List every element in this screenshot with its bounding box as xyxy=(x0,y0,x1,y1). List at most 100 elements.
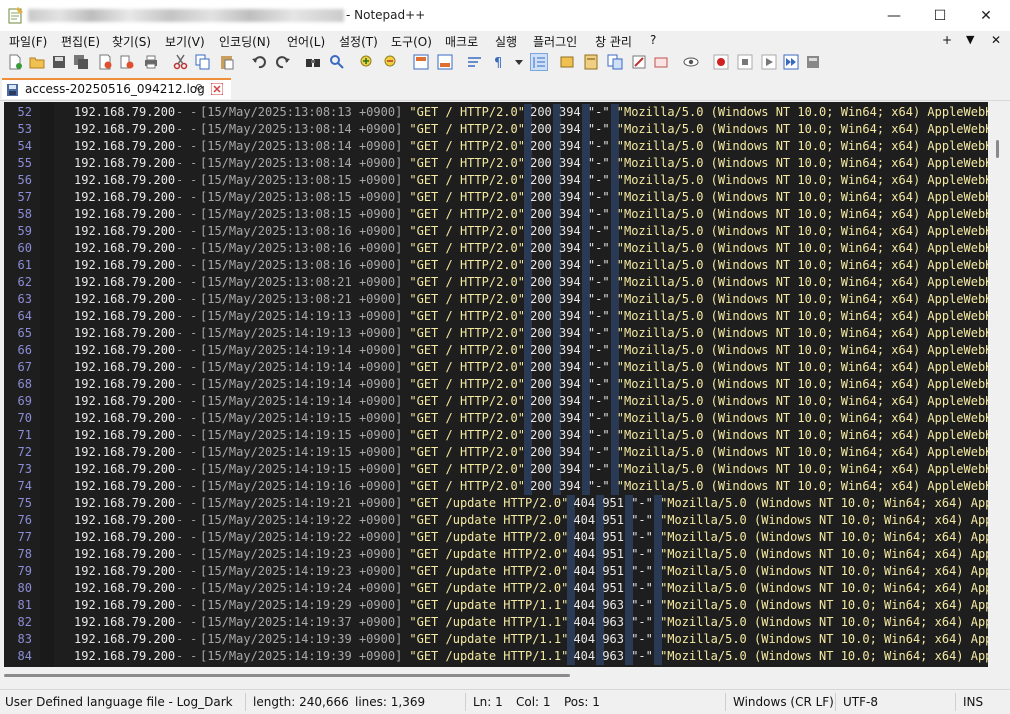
log-line[interactable]: 60 192.168.79.200- - [15/May/2025:13:08:16 … xyxy=(4,240,988,257)
redo-icon[interactable] xyxy=(275,54,291,70)
log-line[interactable]: 83 192.168.79.200- - [15/May/2025:14:19:39 … xyxy=(4,631,988,648)
close-doc-button[interactable]: ✕ xyxy=(991,33,1001,47)
menu-plugins[interactable]: 플러그인 xyxy=(533,33,577,50)
close-file-icon[interactable] xyxy=(97,54,113,70)
add-tab-button[interactable]: + xyxy=(942,33,952,47)
log-line[interactable]: 53 192.168.79.200- - [15/May/2025:13:08:14 … xyxy=(4,121,988,138)
log-line[interactable]: 63 192.168.79.200- - [15/May/2025:13:08:21 … xyxy=(4,291,988,308)
new-file-icon[interactable] xyxy=(7,54,23,70)
horizontal-scrollbar[interactable] xyxy=(4,667,988,684)
menu-view[interactable]: 보기(V) xyxy=(165,33,205,50)
log-line[interactable]: 70 192.168.79.200- - [15/May/2025:14:19:15 … xyxy=(4,410,988,427)
doc-map-icon[interactable] xyxy=(583,54,599,70)
user-lang-icon[interactable] xyxy=(559,54,575,70)
menu-tools[interactable]: 도구(O) xyxy=(391,33,432,50)
log-line[interactable]: 54 192.168.79.200- - [15/May/2025:13:08:14 … xyxy=(4,138,988,155)
sync-horizontal-icon[interactable] xyxy=(437,54,453,70)
open-file-icon[interactable] xyxy=(29,54,45,70)
ident-field: - xyxy=(176,547,184,561)
referer: "-" xyxy=(587,479,610,493)
vertical-scrollbar[interactable] xyxy=(988,102,1005,667)
function-list-icon[interactable] xyxy=(607,54,623,70)
log-line[interactable]: 71 192.168.79.200- - [15/May/2025:14:19:15 … xyxy=(4,427,988,444)
save-icon[interactable] xyxy=(51,54,67,70)
undo-icon[interactable] xyxy=(251,54,267,70)
menu-settings[interactable]: 설정(T) xyxy=(339,33,378,50)
vertical-scroll-thumb[interactable] xyxy=(996,140,999,158)
print-icon[interactable] xyxy=(143,54,159,70)
log-line[interactable]: 61 192.168.79.200- - [15/May/2025:13:08:16 … xyxy=(4,257,988,274)
tab-close-icon[interactable] xyxy=(211,83,223,95)
replace-icon[interactable] xyxy=(329,54,345,70)
indent-guide-icon[interactable] xyxy=(530,53,548,71)
log-line[interactable]: 69 192.168.79.200- - [15/May/2025:14:19:14 … xyxy=(4,393,988,410)
log-line[interactable]: 80 192.168.79.200- - [15/May/2025:14:19:24 … xyxy=(4,580,988,597)
log-line[interactable]: 55 192.168.79.200- - [15/May/2025:13:08:14 … xyxy=(4,155,988,172)
log-line[interactable]: 82 192.168.79.200- - [15/May/2025:14:19:37 … xyxy=(4,614,988,631)
dropdown-icon[interactable] xyxy=(511,54,527,70)
log-line[interactable]: 67 192.168.79.200- - [15/May/2025:14:19:14 … xyxy=(4,359,988,376)
play-macro-icon[interactable] xyxy=(761,54,777,70)
tab-access-log[interactable]: access-20250516_094212.log ⚲ xyxy=(2,78,231,99)
clipboard-history-icon[interactable] xyxy=(653,54,669,70)
zoom-out-icon[interactable] xyxy=(383,54,399,70)
copy-icon[interactable] xyxy=(195,54,211,70)
menu-help[interactable]: ? xyxy=(650,33,656,47)
log-line[interactable]: 79 192.168.79.200- - [15/May/2025:14:19:23 … xyxy=(4,563,988,580)
ident-field: - xyxy=(176,292,184,306)
log-line[interactable]: 84 192.168.79.200- - [15/May/2025:14:19:39 … xyxy=(4,648,988,665)
minimize-button[interactable]: — xyxy=(871,0,917,31)
save-all-icon[interactable] xyxy=(73,54,89,70)
tab-list-button[interactable]: ▼ xyxy=(966,33,974,46)
log-line[interactable]: 65 192.168.79.200- - [15/May/2025:14:19:13 … xyxy=(4,325,988,342)
log-line[interactable]: 75 192.168.79.200- - [15/May/2025:14:19:21 … xyxy=(4,495,988,512)
folder-workspace-icon[interactable] xyxy=(631,54,647,70)
record-macro-icon[interactable] xyxy=(713,54,729,70)
menu-run[interactable]: 실행 xyxy=(495,33,517,50)
log-line[interactable]: 57 192.168.79.200- - [15/May/2025:13:08:15 … xyxy=(4,189,988,206)
zoom-in-icon[interactable] xyxy=(359,54,375,70)
close-all-icon[interactable] xyxy=(119,54,135,70)
log-line[interactable]: 62 192.168.79.200- - [15/May/2025:13:08:21 … xyxy=(4,274,988,291)
status-encoding[interactable]: UTF-8 xyxy=(843,695,878,709)
log-line[interactable]: 81 192.168.79.200- - [15/May/2025:14:19:29 … xyxy=(4,597,988,614)
run-macro-multiple-icon[interactable] xyxy=(783,54,799,70)
log-line[interactable]: 64 192.168.79.200- - [15/May/2025:14:19:13 … xyxy=(4,308,988,325)
menu-macro[interactable]: 매크로 xyxy=(445,33,478,50)
close-window-button[interactable]: ✕ xyxy=(963,0,1009,31)
log-line[interactable]: 72 192.168.79.200- - [15/May/2025:14:19:15 … xyxy=(4,444,988,461)
menu-encoding[interactable]: 인코딩(N) xyxy=(219,33,270,50)
sync-vertical-icon[interactable] xyxy=(413,54,429,70)
log-line[interactable]: 73 192.168.79.200- - [15/May/2025:14:19:15 … xyxy=(4,461,988,478)
status-eol[interactable]: Windows (CR LF) xyxy=(733,695,834,709)
status-insert-mode[interactable]: INS xyxy=(963,695,983,709)
log-line[interactable]: 76 192.168.79.200- - [15/May/2025:14:19:22 … xyxy=(4,512,988,529)
menu-edit[interactable]: 편집(E) xyxy=(61,33,100,50)
stop-record-icon[interactable] xyxy=(737,54,753,70)
log-line[interactable]: 78 192.168.79.200- - [15/May/2025:14:19:23 … xyxy=(4,546,988,563)
word-wrap-icon[interactable] xyxy=(467,54,483,70)
monitor-icon[interactable] xyxy=(683,54,699,70)
menu-file[interactable]: 파일(F) xyxy=(9,33,47,50)
log-line[interactable]: 56 192.168.79.200- - [15/May/2025:13:08:15 … xyxy=(4,172,988,189)
log-line[interactable]: 68 192.168.79.200- - [15/May/2025:14:19:14 … xyxy=(4,376,988,393)
log-line[interactable]: 77 192.168.79.200- - [15/May/2025:14:19:22 … xyxy=(4,529,988,546)
menu-language[interactable]: 언어(L) xyxy=(287,33,325,50)
log-line[interactable]: 74 192.168.79.200- - [15/May/2025:14:19:16 … xyxy=(4,478,988,495)
menu-search[interactable]: 찾기(S) xyxy=(112,33,151,50)
horizontal-scroll-thumb[interactable] xyxy=(4,674,570,677)
cut-icon[interactable] xyxy=(173,54,189,70)
log-line[interactable]: 58 192.168.79.200- - [15/May/2025:13:08:15 … xyxy=(4,206,988,223)
log-line[interactable]: 59 192.168.79.200- - [15/May/2025:13:08:16 … xyxy=(4,223,988,240)
find-icon[interactable] xyxy=(305,54,321,70)
editor-area[interactable]: 52 192.168.79.200- - [15/May/2025:13:08:13 … xyxy=(4,102,988,667)
line-number: 65 xyxy=(17,326,32,340)
maximize-button[interactable]: ☐ xyxy=(917,0,963,31)
pin-icon[interactable]: ⚲ xyxy=(195,82,203,95)
log-line[interactable]: 66 192.168.79.200- - [15/May/2025:14:19:14 … xyxy=(4,342,988,359)
menu-window[interactable]: 창 관리 xyxy=(595,33,632,50)
show-all-chars-icon[interactable]: ¶ xyxy=(491,54,507,70)
save-macro-icon[interactable] xyxy=(805,54,821,70)
log-line[interactable]: 52 192.168.79.200- - [15/May/2025:13:08:13 … xyxy=(4,104,988,121)
paste-icon[interactable] xyxy=(219,54,235,70)
